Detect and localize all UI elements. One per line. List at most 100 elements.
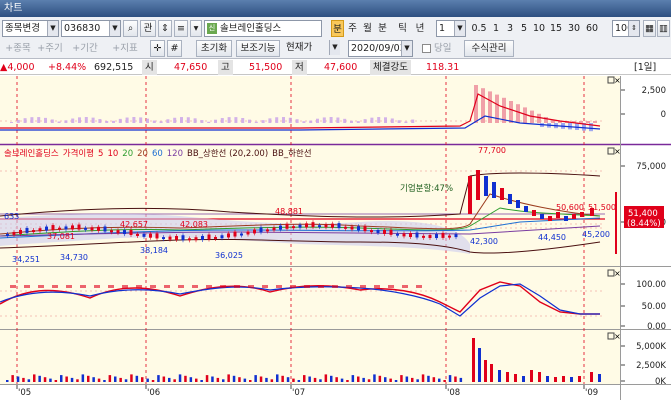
volume-bar	[554, 377, 557, 382]
stochastic-fill	[360, 285, 366, 288]
macd-bar	[516, 104, 520, 123]
candle-body	[136, 233, 139, 236]
macd-bar	[343, 118, 347, 123]
macd-bar	[302, 121, 306, 123]
interval-4[interactable]: 10	[531, 20, 547, 37]
strength-label: 체결강도	[370, 60, 411, 75]
split-button[interactable]: ▥	[657, 20, 670, 37]
candle-body	[422, 235, 425, 238]
price-label: 36,025	[215, 251, 243, 260]
candle-body	[77, 224, 81, 230]
macd-bar	[488, 91, 492, 123]
candle-body	[90, 227, 94, 231]
tab-period-4[interactable]: 틱	[396, 20, 409, 37]
volume-bar	[130, 374, 133, 382]
macd-bar	[84, 117, 88, 123]
interval-2[interactable]: 3	[504, 20, 516, 37]
interval-0[interactable]: 0.5	[470, 20, 488, 37]
chevron-down-icon[interactable]: ▼	[47, 21, 58, 36]
formula-manage-button[interactable]: 수식관리	[464, 40, 514, 57]
macd-bar	[329, 117, 333, 123]
close-icon[interactable]: ×	[614, 147, 621, 156]
list-button[interactable]: ≡	[174, 20, 188, 37]
volume-bar	[254, 375, 257, 382]
stock-change-select[interactable]: 종목변경 ▼	[2, 20, 59, 37]
macd-bar	[152, 120, 156, 123]
volume-bar	[87, 375, 90, 382]
volume-bar	[490, 364, 493, 382]
tab-period-2[interactable]: 월	[361, 20, 374, 37]
menu-button[interactable]: ▾	[190, 20, 202, 37]
macd-bar	[509, 101, 513, 123]
settings-button[interactable]: ▦	[643, 20, 656, 37]
volume-bar	[367, 379, 371, 382]
macd-bar	[91, 117, 95, 123]
candle-body	[246, 231, 250, 235]
y-axis-tick-label: 0K	[655, 377, 666, 387]
x-axis-tick-label: '06	[147, 388, 160, 398]
interval-6[interactable]: 30	[566, 20, 582, 37]
close-icon[interactable]: ×	[614, 332, 621, 341]
macd-bar	[309, 120, 313, 123]
chevron-down-icon[interactable]: ▼	[329, 40, 340, 55]
volume-bar	[243, 378, 247, 382]
interval-1[interactable]: 1	[490, 20, 502, 37]
macd-bar	[227, 117, 231, 123]
stock-code-input[interactable]: 036830 ▼	[61, 20, 121, 37]
grid-button[interactable]: #	[167, 40, 182, 57]
macd-bar	[288, 117, 292, 123]
candle-body	[383, 229, 386, 234]
split-icon: ▥	[659, 23, 668, 34]
legend-item: BB_하한선	[272, 148, 311, 159]
interval-select[interactable]: 1 ▼	[436, 20, 466, 37]
legend-item: 20	[137, 149, 148, 159]
formula-label: 수식관리	[471, 43, 507, 54]
stock-chart[interactable]: 77,700 51,500 50,600 44,450 45,200 42,300 48,8…	[0, 76, 671, 400]
volume-bar	[108, 375, 112, 382]
checkbox-icon[interactable]	[422, 44, 431, 53]
date-select[interactable]: 2020/09/03 ▼	[348, 40, 413, 57]
interval-5[interactable]: 15	[548, 20, 564, 37]
stochastic-fill	[402, 285, 408, 288]
interval-7[interactable]: 60	[584, 20, 600, 37]
reset-button[interactable]: 초기화	[196, 40, 232, 57]
legend-item: 60	[152, 149, 163, 159]
tab-period-0[interactable]: 분	[331, 20, 344, 37]
disabled-item-stock: +종목	[5, 43, 31, 54]
close-icon[interactable]: ×	[614, 76, 621, 85]
tab-period-1[interactable]: 주	[346, 20, 359, 37]
chevron-down-icon[interactable]: ▼	[109, 21, 120, 36]
gwan-button[interactable]: 관	[140, 20, 156, 37]
window-title-bar: 차트	[0, 0, 671, 17]
search-button[interactable]: ⌕	[123, 20, 138, 37]
macd-bar	[261, 120, 265, 123]
crosshair-button[interactable]: ✛	[150, 40, 165, 57]
tab-period-3[interactable]: 분	[376, 20, 389, 37]
candle-body	[233, 231, 237, 237]
volume-bar	[146, 378, 149, 382]
chevron-down-icon[interactable]: ▼	[454, 21, 465, 36]
tab-period-5[interactable]: 년	[412, 20, 428, 37]
close-icon[interactable]: ×	[614, 269, 621, 278]
candle-body	[564, 216, 568, 221]
legend-item: 10	[107, 149, 118, 159]
candle-body	[129, 230, 133, 236]
spin-icon[interactable]: ⇕	[628, 21, 639, 36]
macd-bar	[268, 118, 272, 123]
disabled-item-indicator: +지표	[112, 43, 138, 54]
candle-body	[344, 226, 347, 229]
price-type-select[interactable]: 현재가 ▼	[284, 40, 340, 57]
interval-3[interactable]: 5	[518, 20, 530, 37]
list-icon: ≡	[177, 23, 185, 34]
today-checkbox[interactable]: 당일	[422, 40, 458, 57]
stochastic-fill	[290, 285, 296, 288]
count-input[interactable]: 100 ⇕	[612, 20, 640, 37]
aux-function-button[interactable]: 보조기능	[236, 40, 280, 57]
chevron-down-icon[interactable]: ▼	[401, 41, 412, 56]
macd-bar	[586, 121, 590, 123]
volume-bar	[124, 379, 128, 382]
volume-bar	[578, 376, 581, 382]
volume-bar	[530, 370, 533, 382]
updown-spin-button[interactable]: ⇕	[158, 20, 172, 37]
candle-body	[435, 234, 438, 239]
